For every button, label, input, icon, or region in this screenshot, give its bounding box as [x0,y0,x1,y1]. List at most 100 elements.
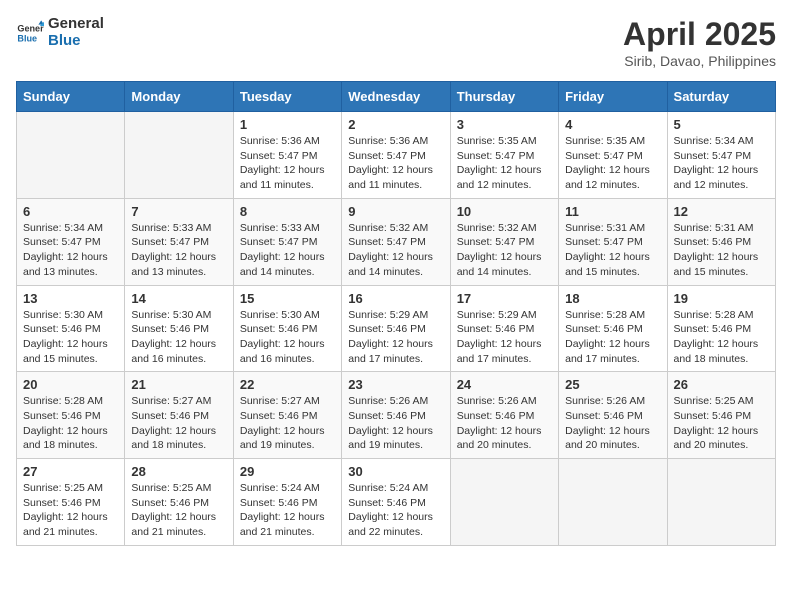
calendar-week-row: 27 Sunrise: 5:25 AM Sunset: 5:46 PM Dayli… [17,459,776,546]
day-info: Sunrise: 5:35 AM Sunset: 5:47 PM Dayligh… [565,134,660,193]
day-number: 27 [23,464,118,479]
day-number: 14 [131,291,226,306]
day-info: Sunrise: 5:34 AM Sunset: 5:47 PM Dayligh… [23,221,118,280]
calendar-day-cell: 23 Sunrise: 5:26 AM Sunset: 5:46 PM Dayli… [342,372,450,459]
day-info: Sunrise: 5:26 AM Sunset: 5:46 PM Dayligh… [457,394,552,453]
day-info: Sunrise: 5:24 AM Sunset: 5:46 PM Dayligh… [240,481,335,540]
month-title: April 2025 [623,16,776,53]
calendar-day-cell: 20Sunrise: 5:28 AM Sunset: 5:46 PM Dayli… [17,372,125,459]
day-number: 2 [348,117,443,132]
calendar-day-cell: 10Sunrise: 5:32 AM Sunset: 5:47 PM Dayli… [450,198,558,285]
svg-text:Blue: Blue [17,33,37,43]
calendar-day-cell: 27Sunrise: 5:25 AM Sunset: 5:46 PM Dayli… [17,459,125,546]
calendar-day-cell: 12 Sunrise: 5:31 AM Sunset: 5:46 PM Dayli… [667,198,775,285]
day-number: 17 [457,291,552,306]
day-number: 25 [565,377,660,392]
calendar-day-cell: 11Sunrise: 5:31 AM Sunset: 5:47 PM Dayli… [559,198,667,285]
calendar-day-cell [17,112,125,199]
day-info: Sunrise: 5:32 AM Sunset: 5:47 PM Dayligh… [457,221,552,280]
calendar-day-cell: 30Sunrise: 5:24 AM Sunset: 5:46 PM Dayli… [342,459,450,546]
day-info: Sunrise: 5:34 AM Sunset: 5:47 PM Dayligh… [674,134,769,193]
weekday-header: Thursday [450,82,558,112]
calendar-day-cell: 21 Sunrise: 5:27 AM Sunset: 5:46 PM Dayli… [125,372,233,459]
calendar-day-cell: 16 Sunrise: 5:29 AM Sunset: 5:46 PM Dayli… [342,285,450,372]
day-number: 23 [348,377,443,392]
calendar-day-cell: 25 Sunrise: 5:26 AM Sunset: 5:46 PM Dayli… [559,372,667,459]
day-info: Sunrise: 5:28 AM Sunset: 5:46 PM Dayligh… [674,308,769,367]
day-info: Sunrise: 5:24 AM Sunset: 5:46 PM Dayligh… [348,481,443,540]
calendar-day-cell: 24 Sunrise: 5:26 AM Sunset: 5:46 PM Dayli… [450,372,558,459]
logo-icon: General Blue [16,19,44,47]
day-number: 1 [240,117,335,132]
calendar-day-cell [667,459,775,546]
weekday-header: Monday [125,82,233,112]
day-number: 19 [674,291,769,306]
weekday-header: Saturday [667,82,775,112]
calendar-day-cell: 14 Sunrise: 5:30 AM Sunset: 5:46 PM Dayli… [125,285,233,372]
day-info: Sunrise: 5:25 AM Sunset: 5:46 PM Dayligh… [674,394,769,453]
day-info: Sunrise: 5:33 AM Sunset: 5:47 PM Dayligh… [131,221,226,280]
day-number: 8 [240,204,335,219]
day-info: Sunrise: 5:29 AM Sunset: 5:46 PM Dayligh… [348,308,443,367]
day-number: 21 [131,377,226,392]
day-info: Sunrise: 5:30 AM Sunset: 5:46 PM Dayligh… [131,308,226,367]
calendar-day-cell: 7Sunrise: 5:33 AM Sunset: 5:47 PM Daylig… [125,198,233,285]
logo: General Blue General Blue [16,16,104,49]
calendar-day-cell: 2 Sunrise: 5:36 AM Sunset: 5:47 PM Daylig… [342,112,450,199]
calendar-day-cell: 9Sunrise: 5:32 AM Sunset: 5:47 PM Daylig… [342,198,450,285]
day-info: Sunrise: 5:36 AM Sunset: 5:47 PM Dayligh… [348,134,443,193]
calendar-day-cell: 28 Sunrise: 5:25 AM Sunset: 5:46 PM Dayli… [125,459,233,546]
calendar-day-cell [125,112,233,199]
day-number: 18 [565,291,660,306]
day-number: 12 [674,204,769,219]
calendar-day-cell: 1 Sunrise: 5:36 AM Sunset: 5:47 PM Daylig… [233,112,341,199]
calendar-week-row: 1 Sunrise: 5:36 AM Sunset: 5:47 PM Daylig… [17,112,776,199]
logo-general: General [48,16,104,33]
weekday-header: Sunday [17,82,125,112]
day-number: 26 [674,377,769,392]
page-header: General Blue General Blue April 2025 Sir… [16,16,776,69]
calendar-day-cell: 17Sunrise: 5:29 AM Sunset: 5:46 PM Dayli… [450,285,558,372]
calendar-day-cell [450,459,558,546]
day-info: Sunrise: 5:33 AM Sunset: 5:47 PM Dayligh… [240,221,335,280]
day-info: Sunrise: 5:32 AM Sunset: 5:47 PM Dayligh… [348,221,443,280]
calendar-day-cell: 29 Sunrise: 5:24 AM Sunset: 5:46 PM Dayli… [233,459,341,546]
calendar-day-cell [559,459,667,546]
day-number: 11 [565,204,660,219]
day-info: Sunrise: 5:31 AM Sunset: 5:46 PM Dayligh… [674,221,769,280]
day-number: 13 [23,291,118,306]
day-number: 29 [240,464,335,479]
day-info: Sunrise: 5:27 AM Sunset: 5:46 PM Dayligh… [131,394,226,453]
day-info: Sunrise: 5:26 AM Sunset: 5:46 PM Dayligh… [348,394,443,453]
calendar-day-cell: 5 Sunrise: 5:34 AM Sunset: 5:47 PM Daylig… [667,112,775,199]
calendar-header-row: SundayMondayTuesdayWednesdayThursdayFrid… [17,82,776,112]
calendar-week-row: 6Sunrise: 5:34 AM Sunset: 5:47 PM Daylig… [17,198,776,285]
calendar-week-row: 13 Sunrise: 5:30 AM Sunset: 5:46 PM Dayli… [17,285,776,372]
calendar-day-cell: 26 Sunrise: 5:25 AM Sunset: 5:46 PM Dayli… [667,372,775,459]
weekday-header: Friday [559,82,667,112]
location-title: Sirib, Davao, Philippines [623,53,776,69]
calendar-day-cell: 8 Sunrise: 5:33 AM Sunset: 5:47 PM Daylig… [233,198,341,285]
day-info: Sunrise: 5:27 AM Sunset: 5:46 PM Dayligh… [240,394,335,453]
day-number: 28 [131,464,226,479]
day-info: Sunrise: 5:26 AM Sunset: 5:46 PM Dayligh… [565,394,660,453]
logo-blue: Blue [48,33,104,50]
title-area: April 2025 Sirib, Davao, Philippines [623,16,776,69]
weekday-header: Wednesday [342,82,450,112]
day-info: Sunrise: 5:36 AM Sunset: 5:47 PM Dayligh… [240,134,335,193]
day-number: 20 [23,377,118,392]
day-info: Sunrise: 5:30 AM Sunset: 5:46 PM Dayligh… [240,308,335,367]
day-info: Sunrise: 5:30 AM Sunset: 5:46 PM Dayligh… [23,308,118,367]
calendar-day-cell: 15Sunrise: 5:30 AM Sunset: 5:46 PM Dayli… [233,285,341,372]
weekday-header: Tuesday [233,82,341,112]
day-number: 16 [348,291,443,306]
day-number: 24 [457,377,552,392]
calendar-table: SundayMondayTuesdayWednesdayThursdayFrid… [16,81,776,546]
day-info: Sunrise: 5:28 AM Sunset: 5:46 PM Dayligh… [565,308,660,367]
calendar-day-cell: 19 Sunrise: 5:28 AM Sunset: 5:46 PM Dayli… [667,285,775,372]
day-number: 5 [674,117,769,132]
day-number: 22 [240,377,335,392]
day-info: Sunrise: 5:25 AM Sunset: 5:46 PM Dayligh… [131,481,226,540]
calendar-day-cell: 18 Sunrise: 5:28 AM Sunset: 5:46 PM Dayli… [559,285,667,372]
day-number: 4 [565,117,660,132]
